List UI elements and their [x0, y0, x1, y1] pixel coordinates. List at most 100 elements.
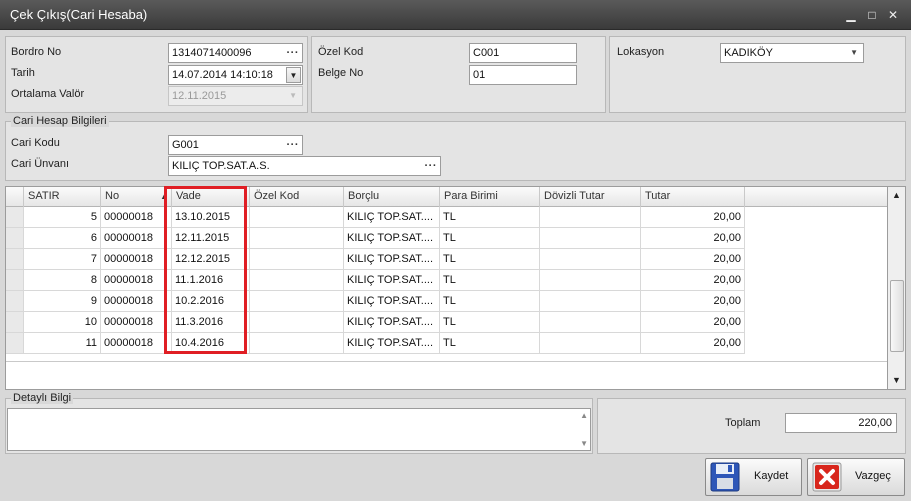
minimize-icon[interactable]: ▁ [843, 8, 859, 22]
cell-tutar: 20,00 [641, 333, 745, 354]
kaydet-label: Kaydet [754, 470, 789, 482]
cell-para-birimi: TL [440, 270, 540, 291]
cell-tutar: 20,00 [641, 207, 745, 228]
cell-dovizli-tutar [540, 207, 641, 228]
cell-borclu: KILIÇ TOP.SAT.... [344, 207, 440, 228]
bordro-no-label: Bordro No [11, 46, 62, 58]
cell-para-birimi: TL [440, 333, 540, 354]
grid-header: SATIR No ▲ Vade Özel Kod Borçlu Para Bir… [6, 187, 887, 207]
cell-satir: 9 [24, 291, 101, 312]
cell-no: 00000018 [101, 291, 172, 312]
cell-para-birimi: TL [440, 312, 540, 333]
col-header-borclu[interactable]: Borçlu [344, 187, 440, 207]
header-indicator [6, 187, 24, 207]
cell-borclu: KILIÇ TOP.SAT.... [344, 291, 440, 312]
cell-tutar: 20,00 [641, 291, 745, 312]
col-header-ozel-kod[interactable]: Özel Kod [250, 187, 344, 207]
belge-no-field[interactable]: 01 [469, 65, 577, 85]
cell-ozel-kod [250, 207, 344, 228]
cell-dovizli-tutar [540, 249, 641, 270]
col-header-para-birimi[interactable]: Para Birimi [440, 187, 540, 207]
maximize-icon[interactable]: □ [864, 8, 880, 22]
cell-satir: 11 [24, 333, 101, 354]
toplam-field: 220,00 [785, 413, 897, 433]
scroll-down-icon[interactable]: ▼ [580, 439, 588, 448]
kaydet-button[interactable]: Kaydet [705, 458, 802, 496]
row-indicator[interactable] [6, 207, 24, 228]
row-indicator[interactable] [6, 249, 24, 270]
cell-satir: 7 [24, 249, 101, 270]
table-row[interactable]: 6 00000018 12.11.2015 KILIÇ TOP.SAT.... … [6, 228, 887, 249]
cell-dovizli-tutar [540, 291, 641, 312]
cell-dovizli-tutar [540, 312, 641, 333]
vazgec-label: Vazgeç [855, 470, 891, 482]
cell-tutar: 20,00 [641, 312, 745, 333]
col-header-no-label: No [105, 190, 120, 202]
cell-borclu: KILIÇ TOP.SAT.... [344, 228, 440, 249]
scroll-down-icon[interactable]: ▼ [889, 373, 904, 388]
cancel-icon [812, 462, 842, 492]
table-row[interactable]: 5 00000018 13.10.2015 KILIÇ TOP.SAT.... … [6, 207, 887, 228]
vade-highlight-box [164, 186, 247, 354]
lokasyon-select[interactable]: KADIKÖY ▼ [720, 43, 864, 63]
chevron-down-icon[interactable]: ▼ [286, 67, 301, 83]
tarih-field[interactable]: 14.07.2014 14:10:18 ▼ [168, 65, 303, 85]
ortalama-valor-label: Ortalama Valör [11, 88, 85, 100]
ellipsis-icon[interactable]: ··· [287, 44, 300, 62]
ellipsis-icon[interactable]: ··· [425, 157, 438, 175]
tarih-label: Tarih [11, 67, 35, 79]
row-indicator[interactable] [6, 291, 24, 312]
cell-satir: 8 [24, 270, 101, 291]
cell-no: 00000018 [101, 228, 172, 249]
row-indicator[interactable] [6, 312, 24, 333]
lokasyon-value: KADIKÖY [724, 47, 773, 59]
cari-group [5, 121, 906, 181]
close-icon[interactable]: ✕ [885, 8, 901, 22]
title-bar: Çek Çıkış(Cari Hesaba) ▁ □ ✕ [0, 0, 911, 30]
cari-kodu-value: G001 [172, 139, 199, 151]
cell-dovizli-tutar [540, 270, 641, 291]
save-icon [710, 462, 740, 492]
ozel-kod-value: C001 [473, 47, 500, 59]
bordro-no-field[interactable]: 1314071400096 ··· [168, 43, 303, 63]
detayli-bilgi-textarea[interactable]: ▲ ▼ [7, 408, 591, 451]
cell-dovizli-tutar [540, 333, 641, 354]
row-indicator[interactable] [6, 228, 24, 249]
cari-group-title: Cari Hesap Bilgileri [11, 115, 109, 127]
tarih-value: 14.07.2014 14:10:18 [172, 69, 273, 81]
cell-para-birimi: TL [440, 228, 540, 249]
table-row[interactable]: 9 00000018 10.2.2016 KILIÇ TOP.SAT.... T… [6, 291, 887, 312]
row-indicator[interactable] [6, 333, 24, 354]
table-row[interactable]: 7 00000018 12.12.2015 KILIÇ TOP.SAT.... … [6, 249, 887, 270]
toplam-value: 220,00 [858, 417, 892, 429]
col-header-tutar[interactable]: Tutar [641, 187, 745, 207]
table-row[interactable]: 11 00000018 10.4.2016 KILIÇ TOP.SAT.... … [6, 333, 887, 354]
cheque-grid[interactable]: SATIR No ▲ Vade Özel Kod Borçlu Para Bir… [5, 186, 888, 390]
cell-satir: 10 [24, 312, 101, 333]
row-indicator[interactable] [6, 270, 24, 291]
col-header-satir[interactable]: SATIR [24, 187, 101, 207]
cell-borclu: KILIÇ TOP.SAT.... [344, 249, 440, 270]
ozel-kod-field[interactable]: C001 [469, 43, 577, 63]
cell-ozel-kod [250, 333, 344, 354]
chevron-down-icon[interactable]: ▼ [850, 44, 858, 62]
ellipsis-icon[interactable]: ··· [287, 136, 300, 154]
cell-no: 00000018 [101, 270, 172, 291]
scroll-thumb[interactable] [890, 280, 904, 352]
cell-ozel-kod [250, 249, 344, 270]
vazgec-button[interactable]: Vazgeç [807, 458, 905, 496]
col-header-dovizli-tutar[interactable]: Dövizli Tutar [540, 187, 641, 207]
cari-kodu-field[interactable]: G001 ··· [168, 135, 303, 155]
cari-unvani-field[interactable]: KILIÇ TOP.SAT.A.S. ··· [168, 156, 441, 176]
grid-footer-divider [6, 361, 887, 362]
table-row[interactable]: 8 00000018 11.1.2016 KILIÇ TOP.SAT.... T… [6, 270, 887, 291]
chevron-down-icon: ▼ [289, 91, 297, 100]
toplam-label: Toplam [725, 417, 761, 429]
scroll-up-icon[interactable]: ▲ [580, 411, 588, 420]
scroll-up-icon[interactable]: ▲ [889, 188, 904, 203]
cell-satir: 6 [24, 228, 101, 249]
table-row[interactable]: 10 00000018 11.3.2016 KILIÇ TOP.SAT.... … [6, 312, 887, 333]
cari-unvani-label: Cari Ünvanı [11, 158, 70, 170]
cell-tutar: 20,00 [641, 249, 745, 270]
col-header-no[interactable]: No ▲ [101, 187, 172, 207]
